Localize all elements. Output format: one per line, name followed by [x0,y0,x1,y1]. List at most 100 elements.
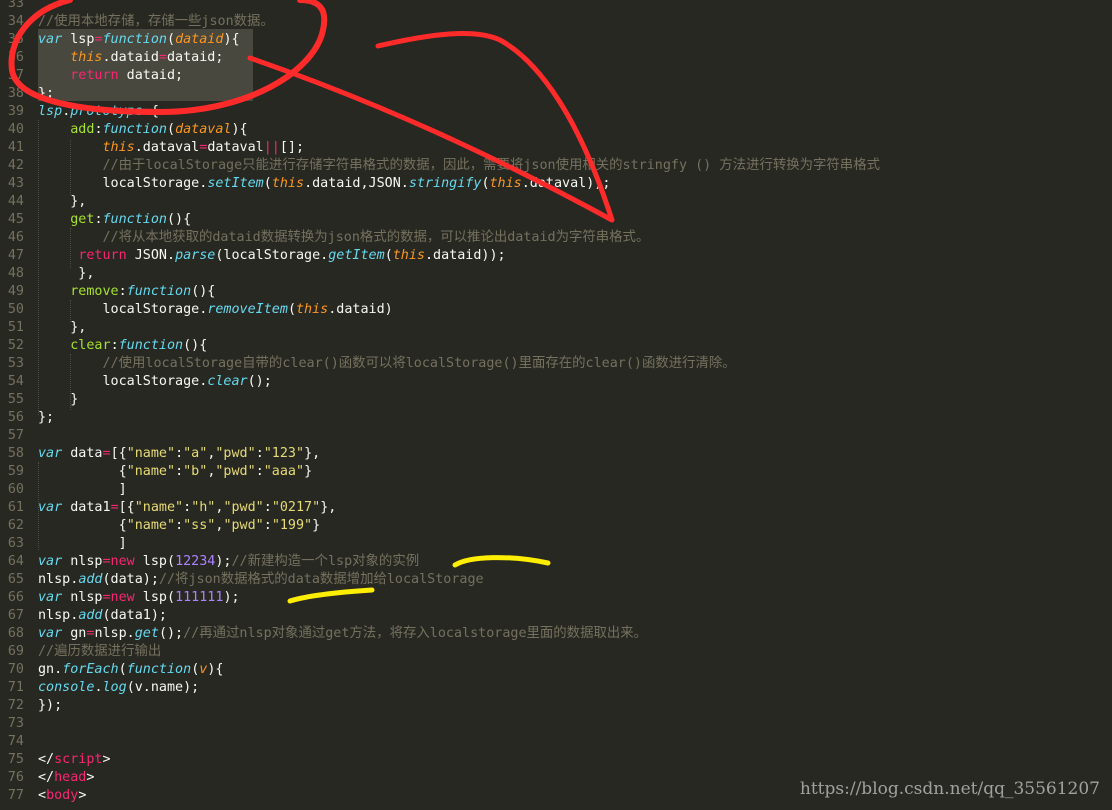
code-token: "199" [271,518,313,533]
code-line[interactable]: 35 var lsp=function(dataid){ [0,31,1112,49]
code-line[interactable]: 73 [0,715,1112,733]
code-line[interactable]: 52 clear:function(){ [0,337,1112,355]
code-token: (data1); [102,608,168,623]
line-number: 57 [7,428,24,443]
code-line[interactable]: 40 add:function(dataval){ [0,121,1112,139]
code-token: var [38,590,63,605]
line-code: var lsp=function(dataid){ [38,31,240,49]
code-line[interactable]: 33 [0,0,1112,13]
code-token: clear [70,338,111,353]
code-line[interactable]: 54 localStorage.clear(); [0,373,1112,391]
code-line[interactable]: 74 [0,733,1112,751]
code-token: > [86,770,95,785]
code-token: (){ [167,212,192,227]
code-token: var [38,32,63,47]
line-number: 40 [7,122,24,137]
code-line[interactable]: 41 this.dataval=dataval||[]; [0,139,1112,157]
code-token: body [46,788,79,803]
line-number: 65 [7,572,24,587]
code-line[interactable]: 45 get:function(){ [0,211,1112,229]
code-line[interactable]: 51 }, [0,319,1112,337]
code-token: "123" [263,446,305,461]
code-line[interactable]: 48 }, [0,265,1112,283]
line-number: 35 [7,32,24,47]
code-line[interactable]: 36 this.dataid=dataid; [0,49,1112,67]
code-token: removeItem [207,302,288,317]
code-token: dataid; [167,50,224,65]
watermark: https://blog.csdn.net/qq_35561207 [799,779,1100,799]
code-token: //新建构造一个lsp对象的实例 [231,554,420,569]
code-line[interactable]: 60 ] [0,481,1112,499]
code-line[interactable]: 66 var nlsp=new lsp(111111); [0,589,1112,607]
line-number: 61 [7,500,24,515]
code-line[interactable]: 68 var gn=nlsp.get();//再通过nlsp对象通过get方法，将… [0,625,1112,643]
code-line[interactable]: 67 nlsp.add(data1); [0,607,1112,625]
line-number: 59 [7,464,24,479]
line-code: var gn=nlsp.get();//再通过nlsp对象通过get方法，将存入… [38,625,647,643]
code-token: gn [62,626,87,641]
code-line[interactable]: 38}; [0,85,1112,103]
code-line[interactable]: 44 }, [0,193,1112,211]
line-number: 36 [7,50,24,65]
line-number: 63 [7,536,24,551]
line-number: 51 [7,320,24,335]
line-code: //将从本地获取的dataid数据转换为json格式的数据，可以推论出datai… [38,229,650,247]
code-line[interactable]: 58 var data=[{"name":"a","pwd":"123"}, [0,445,1112,463]
line-number: 64 [7,554,24,569]
code-token: ( [167,32,176,47]
code-line[interactable]: 46 //将从本地获取的dataid数据转换为json格式的数据，可以推论出da… [0,229,1112,247]
code-line[interactable]: 43 localStorage.setItem(this.dataid,JSON… [0,175,1112,193]
code-token: gn. [38,662,63,677]
code-line[interactable]: 65 nlsp.add(data);//将json数据格式的data数据增加给lo… [0,571,1112,589]
code-token: (localStorage. [215,248,329,263]
code-line[interactable]: 63 ] [0,535,1112,553]
code-line[interactable]: 56}; [0,409,1112,427]
code-line[interactable]: 42 //由于localStorage只能进行存储字符串格式的数据，因此，需要将… [0,157,1112,175]
code-line[interactable]: 55 } [0,391,1112,409]
code-line[interactable]: 47 return JSON.parse(localStorage.getIte… [0,247,1112,265]
line-number: 34 [7,14,24,29]
code-line[interactable]: 62 {"name":"ss","pwd":"199"} [0,517,1112,535]
code-line[interactable]: 71 console.log(v.name); [0,679,1112,697]
code-line[interactable]: 53 //使用localStorage自带的clear()函数可以将localS… [0,355,1112,373]
code-token: ( [118,662,127,677]
line-code: {"name":"b","pwd":"aaa"} [38,463,313,481]
code-line[interactable]: 57 [0,427,1112,445]
code-token: lsp( [134,554,176,569]
line-code: ] [38,481,127,499]
code-editor[interactable]: 33 34//使用本地存储，存储一些json数据。 35 var lsp=functi… [0,0,1112,810]
code-token: }; [38,410,55,425]
code-token: </ [38,752,55,767]
code-line[interactable]: 39 lsp.prototype={ [0,103,1112,121]
code-token: return [78,248,127,263]
code-line[interactable]: 72}); [0,697,1112,715]
code-token: lsp [38,104,63,119]
code-token: "aaa" [263,464,305,479]
code-token: : [175,446,184,461]
code-line[interactable]: 59 {"name":"b","pwd":"aaa"} [0,463,1112,481]
code-line[interactable]: 61 var data1=[{"name":"h","pwd":"0217"}, [0,499,1112,517]
code-line[interactable]: 34 //使用本地存储，存储一些json数据。 [0,13,1112,31]
code-token: return [70,68,119,83]
code-token: //由于localStorage只能进行存储字符串格式的数据，因此，需要将jso… [102,158,880,173]
code-line[interactable]: 64 var nlsp=new lsp(12234);//新建构造一个lsp对象的… [0,553,1112,571]
code-line[interactable]: 69 //遍历数据进行输出 [0,643,1112,661]
code-line[interactable]: 50 localStorage.removeItem(this.dataid) [0,301,1112,319]
code-token: console [38,680,95,695]
code-token: get [70,212,95,227]
line-code: remove:function(){ [38,283,215,301]
code-token: "pwd" [215,464,256,479]
code-token: { [38,464,127,479]
code-line[interactable]: 75 </script> [0,751,1112,769]
code-token: parse [175,248,216,263]
line-code: add:function(dataval){ [38,121,247,139]
code-line[interactable]: 70 gn.forEach(function(v){ [0,661,1112,679]
code-token: var [38,626,63,641]
code-line[interactable]: 37 return dataid; [0,67,1112,85]
code-token: "name" [126,464,176,479]
code-token: : [94,122,103,137]
code-token: = [94,32,103,47]
code-line[interactable]: 49 remove:function(){ [0,283,1112,301]
